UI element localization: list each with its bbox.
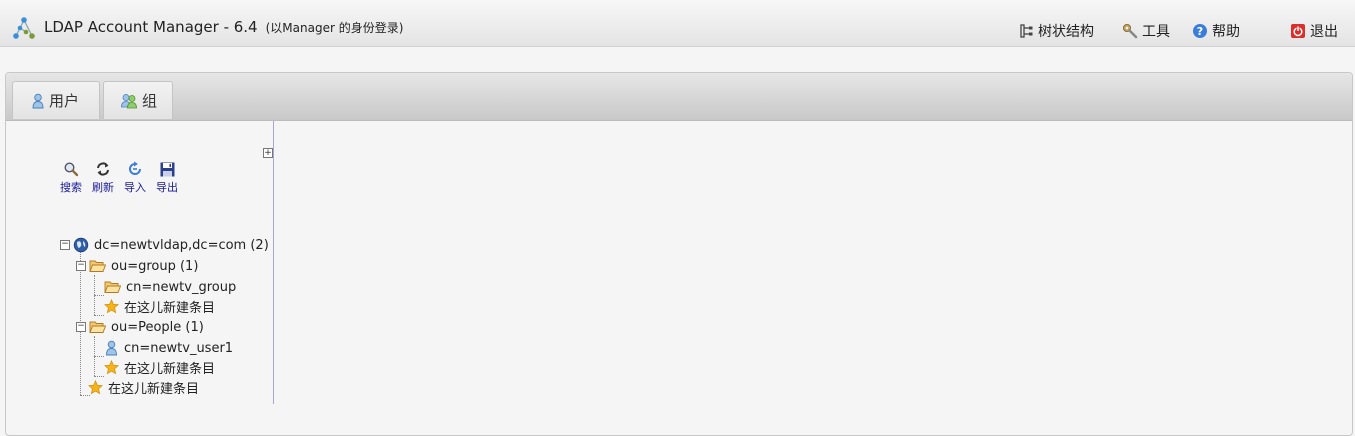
magnifier-icon [64,162,79,177]
login-note: (以Manager 的身份登录) [265,21,404,35]
tree-connector [94,295,104,296]
tree-view-label: 树状结构 [1038,24,1094,40]
tools-link[interactable]: 工具 [1122,21,1170,41]
group-icon [121,93,137,108]
star-icon [88,379,103,394]
tree-view-icon [1020,24,1033,38]
expand-pane-button[interactable]: + [263,148,273,158]
tree-node-root[interactable]: − dc=newtvldap,dc=com (2) [60,236,269,254]
tree-node-new-entry-label: 在这儿新建条目 [124,300,216,316]
power-off-icon [1291,24,1305,38]
export-button[interactable]: 导出 [152,160,182,195]
top-header: LDAP Account Manager - 6.4 (以Manager 的身份登… [0,0,1355,47]
ldap-tree-pane: + 搜索 刷新 导入 导出 − dc=newtvldap,dc=com (2) … [6,121,274,404]
tree-node-ou-group-label: ou=group (1) [111,258,199,274]
tree-connector [94,356,104,357]
tree-node-new-entry-label: 在这儿新建条目 [108,381,200,397]
folder-open-icon [104,281,121,293]
tab-bar: 用户 组 [6,73,1352,121]
import-button[interactable]: 导入 [120,160,150,195]
tree-node-cn-group[interactable]: cn=newtv_group [104,278,236,296]
search-label: 搜索 [60,181,82,194]
logout-link[interactable]: 退出 [1290,21,1338,41]
collapse-toggle[interactable]: − [76,322,86,332]
tree-node-new-entry[interactable]: 在这儿新建条目 [88,378,200,397]
wrench-icon [1123,24,1138,39]
tree-node-new-entry-label: 在这儿新建条目 [124,361,216,377]
search-button[interactable]: 搜索 [56,160,86,195]
help-icon: ? [1193,24,1207,38]
refresh-icon [97,162,109,176]
export-label: 导出 [156,181,178,194]
tree-view-link[interactable]: 树状结构 [1020,21,1094,41]
user-icon [32,93,44,108]
tree-node-cn-user[interactable]: cn=newtv_user1 [104,339,233,357]
tab-users-label: 用户 [49,92,80,110]
ldap-logo-icon [13,17,35,39]
import-icon [129,161,141,175]
help-link[interactable]: ? 帮助 [1192,21,1240,41]
tab-users[interactable]: 用户 [12,81,100,119]
svg-text:?: ? [1197,25,1203,38]
collapse-toggle[interactable]: − [60,240,70,250]
refresh-button[interactable]: 刷新 [88,160,118,195]
tree-node-ou-people[interactable]: − ou=People (1) [76,318,204,336]
tree-node-cn-user-label: cn=newtv_user1 [124,340,234,356]
tree-connector [94,376,104,377]
star-icon [104,359,119,374]
collapse-toggle[interactable]: − [76,261,86,271]
tree-node-ou-group[interactable]: − ou=group (1) [76,257,198,275]
main-panel: 用户 组 + 搜索 刷新 导入 导出 − dc=newtvldap,dc=com… [5,72,1353,436]
import-label: 导入 [124,181,146,194]
floppy-disk-icon [160,162,174,176]
tab-groups[interactable]: 组 [103,81,173,119]
app-title-text: LDAP Account Manager - 6.4 [44,18,258,36]
tree-node-root-label: dc=newtvldap,dc=com (2) [94,237,269,253]
star-icon [104,298,119,313]
globe-icon [73,237,89,253]
logout-label: 退出 [1310,24,1338,40]
tree-node-ou-people-label: ou=People (1) [111,319,204,335]
app-title: LDAP Account Manager - 6.4 (以Manager 的身份登… [44,18,403,36]
tree-node-cn-group-label: cn=newtv_group [126,279,237,295]
tree-node-new-entry[interactable]: 在这儿新建条目 [104,297,216,316]
tree-node-new-entry[interactable]: 在这儿新建条目 [104,358,216,377]
user-icon [106,340,117,356]
folder-open-icon [89,260,106,272]
folder-open-icon [89,321,106,333]
tab-groups-label: 组 [142,92,158,110]
tree-connector [94,315,104,316]
refresh-label: 刷新 [92,181,114,194]
tools-label: 工具 [1142,24,1170,40]
help-label: 帮助 [1212,24,1240,40]
